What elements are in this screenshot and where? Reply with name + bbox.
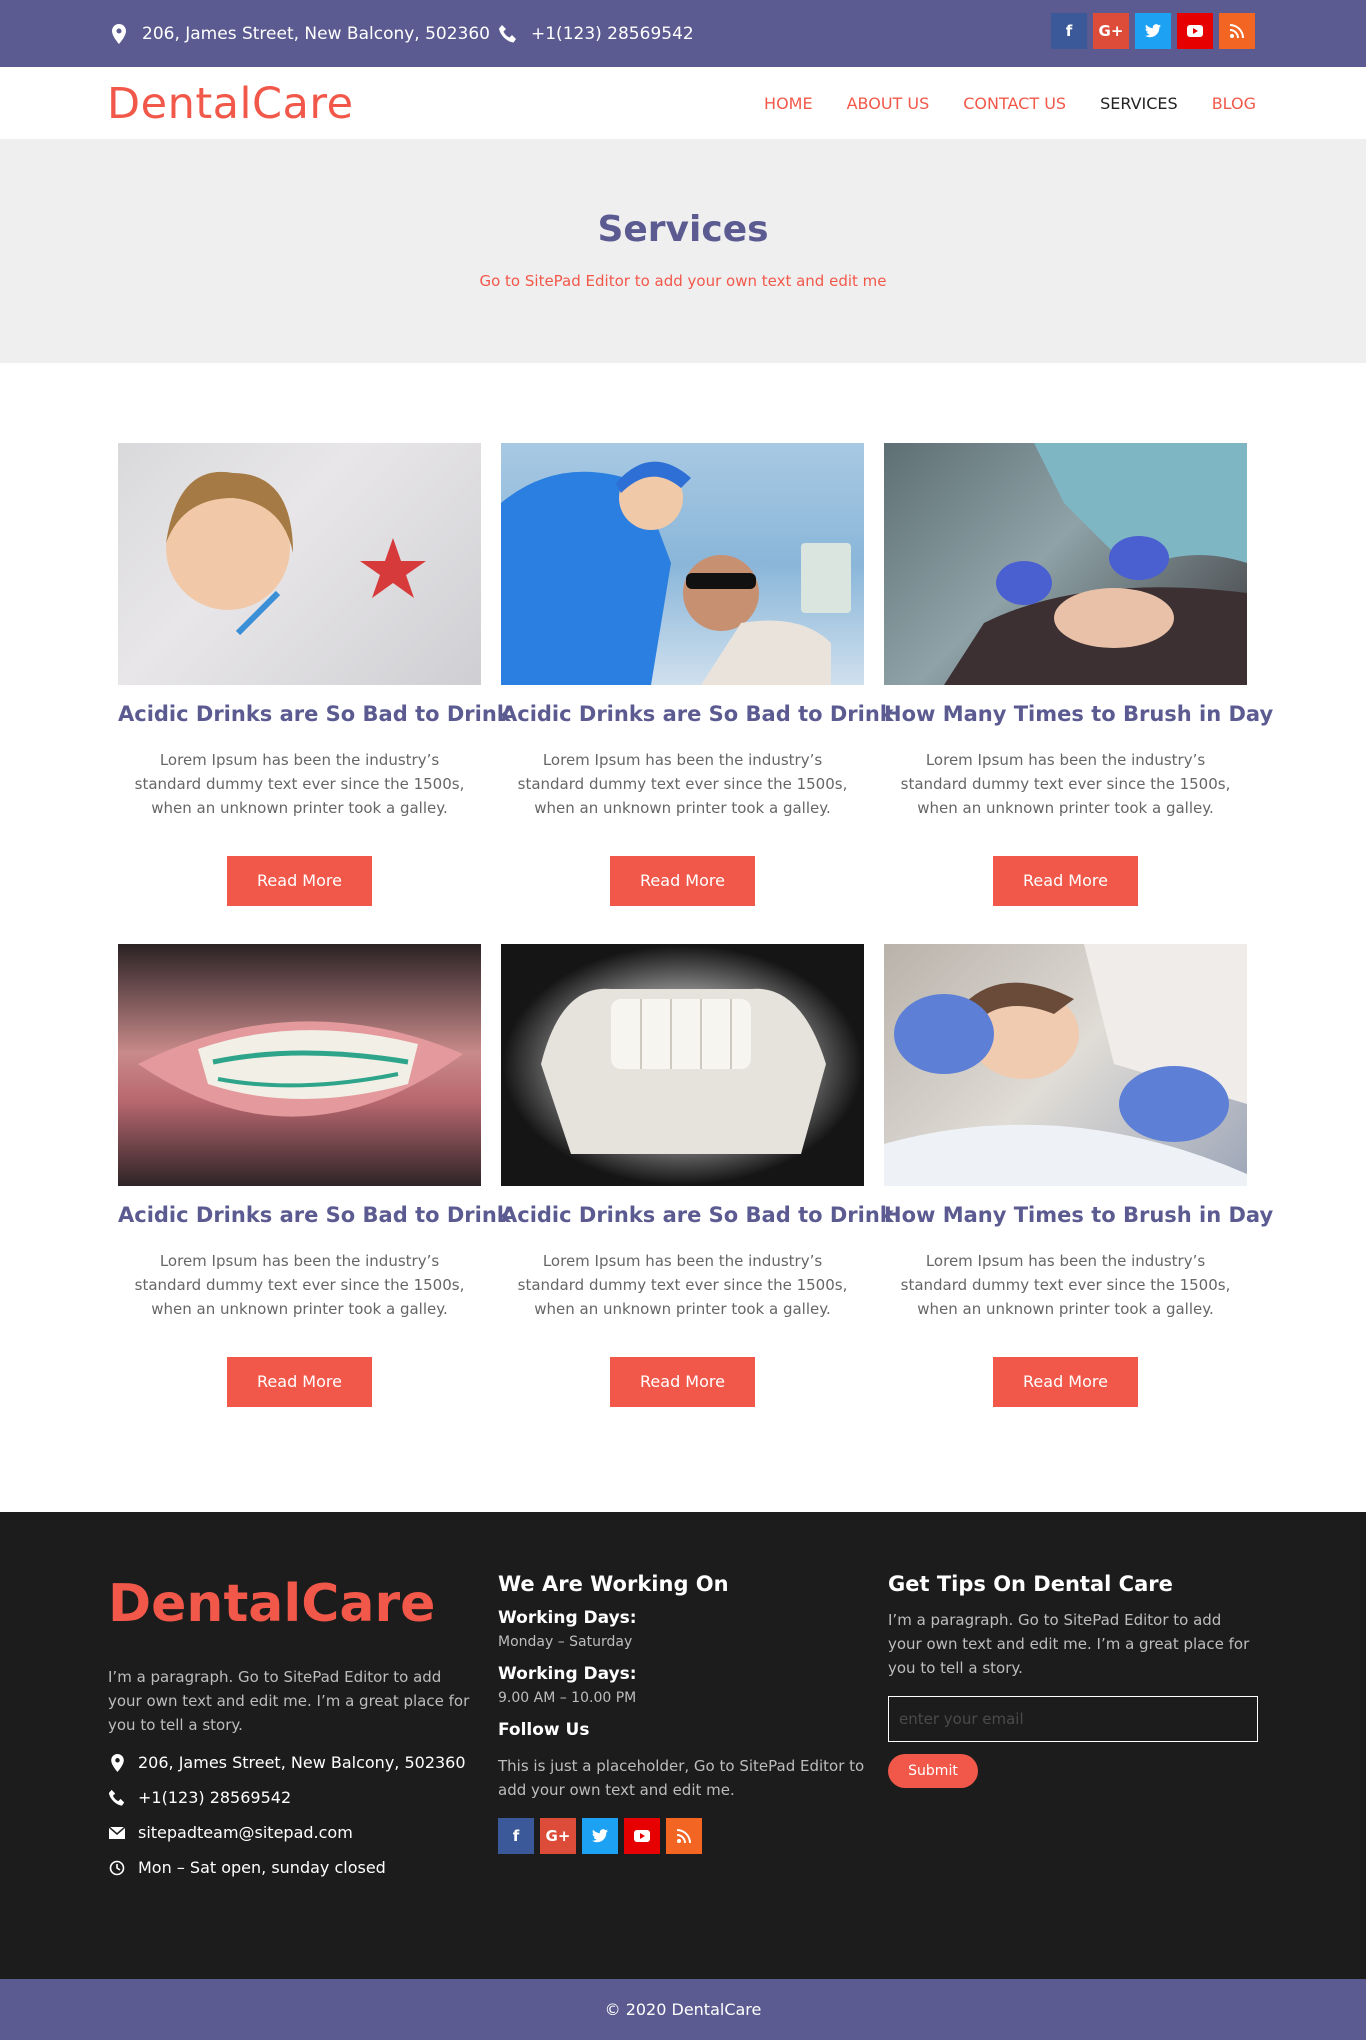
service-text: Lorem Ipsum has been the industry’s stan… xyxy=(134,751,465,817)
footer-email: sitepadteam@sitepad.com xyxy=(108,1823,478,1842)
google-plus-icon[interactable]: G+ xyxy=(540,1818,576,1854)
footer-address-text: 206, James Street, New Balcony, 502360 xyxy=(138,1753,466,1772)
rss-icon[interactable] xyxy=(1219,13,1255,49)
service-title: How Many Times to Brush in Day xyxy=(884,702,1274,726)
top-phone: +1(123) 28569542 xyxy=(497,0,694,67)
footer-days-value: Monday – Saturday xyxy=(498,1634,633,1650)
footer-about-text: I’m a paragraph. Go to SitePad Editor to… xyxy=(108,1668,470,1734)
footer-working-title: We Are Working On xyxy=(498,1572,729,1596)
main-nav: HOME ABOUT US CONTACT US SERVICES BLOG xyxy=(764,67,1256,139)
footer-tips-text: I’m a paragraph. Go to SitePad Editor to… xyxy=(888,1611,1250,1677)
phone-icon xyxy=(108,1789,126,1807)
footer-hours: Mon – Sat open, sunday closed xyxy=(108,1858,478,1877)
footer-follow-text: This is just a placeholder, Go to SitePa… xyxy=(498,1757,865,1799)
footer-hours-value: 9.00 AM – 10.00 PM xyxy=(498,1690,637,1706)
clock-icon xyxy=(108,1860,126,1876)
location-pin-icon xyxy=(108,1753,126,1772)
footer-logo[interactable]: DentalCare xyxy=(108,1574,435,1634)
footer-hours-text: Mon – Sat open, sunday closed xyxy=(138,1858,386,1877)
footer-email-text[interactable]: sitepadteam@sitepad.com xyxy=(138,1823,353,1842)
newsletter-submit-button[interactable]: Submit xyxy=(888,1754,978,1788)
nav-contact-us[interactable]: CONTACT US xyxy=(963,94,1066,113)
footer-working-column: We Are Working On Working Days: Monday –… xyxy=(498,1572,868,1854)
page-subtitle: Go to SitePad Editor to add your own tex… xyxy=(479,272,887,290)
service-card: How Many Times to Brush in Day Lorem Ips… xyxy=(884,944,1274,1410)
read-more-button[interactable]: Read More xyxy=(227,856,372,906)
footer-hours-label: Working Days: xyxy=(498,1664,637,1684)
site-footer: DentalCare I’m a paragraph. Go to SitePa… xyxy=(0,1512,1366,1979)
twitter-icon[interactable] xyxy=(582,1818,618,1854)
read-more-button[interactable]: Read More xyxy=(227,1357,372,1407)
service-card: Acidic Drinks are So Bad to Drink Lorem … xyxy=(118,944,511,1410)
service-image-teeth-model xyxy=(501,944,864,1186)
footer-tips-column: Get Tips On Dental Care I’m a paragraph.… xyxy=(888,1572,1258,1788)
services-grid: Acidic Drinks are So Bad to Drink Lorem … xyxy=(118,443,1274,1410)
top-bar: 206, James Street, New Balcony, 502360 +… xyxy=(0,0,1366,67)
footer-days-label: Working Days: xyxy=(498,1608,637,1628)
service-card: Acidic Drinks are So Bad to Drink Lorem … xyxy=(501,944,894,1410)
read-more-button[interactable]: Read More xyxy=(610,856,755,906)
read-more-button[interactable]: Read More xyxy=(610,1357,755,1407)
service-image-patient-treatment xyxy=(884,944,1247,1186)
service-title: Acidic Drinks are So Bad to Drink xyxy=(501,1203,894,1227)
service-text: Lorem Ipsum has been the industry’s stan… xyxy=(517,751,848,817)
services-section: Acidic Drinks are So Bad to Drink Lorem … xyxy=(0,363,1366,1512)
twitter-icon[interactable] xyxy=(1135,13,1171,49)
footer-about-column: I’m a paragraph. Go to SitePad Editor to… xyxy=(108,1665,478,1877)
nav-about-us[interactable]: ABOUT US xyxy=(847,94,930,113)
service-title: Acidic Drinks are So Bad to Drink xyxy=(118,702,511,726)
youtube-icon[interactable] xyxy=(624,1818,660,1854)
top-social-links: f G+ xyxy=(1051,13,1255,49)
site-logo[interactable]: DentalCare xyxy=(107,79,354,129)
read-more-button[interactable]: Read More xyxy=(993,856,1138,906)
facebook-icon[interactable]: f xyxy=(498,1818,534,1854)
service-image-dental-checkup xyxy=(884,443,1247,685)
service-card: Acidic Drinks are So Bad to Drink Lorem … xyxy=(501,443,894,909)
service-text: Lorem Ipsum has been the industry’s stan… xyxy=(517,1252,848,1318)
footer-social-links: f G+ xyxy=(498,1818,868,1854)
copyright-text: © 2020 DentalCare xyxy=(604,2000,762,2019)
top-phone-text: +1(123) 28569542 xyxy=(531,23,694,44)
service-image-braces xyxy=(118,944,481,1186)
copyright-bar: © 2020 DentalCare xyxy=(0,1979,1366,2040)
service-image-child-brushing xyxy=(118,443,481,685)
service-title: Acidic Drinks are So Bad to Drink xyxy=(501,702,894,726)
service-text: Lorem Ipsum has been the industry’s stan… xyxy=(900,1252,1231,1318)
service-text: Lorem Ipsum has been the industry’s stan… xyxy=(134,1252,465,1318)
google-plus-icon[interactable]: G+ xyxy=(1093,13,1129,49)
footer-follow-title: Follow Us xyxy=(498,1720,590,1740)
envelope-icon xyxy=(108,1826,126,1839)
main-header: DentalCare HOME ABOUT US CONTACT US SERV… xyxy=(0,67,1366,139)
service-card: Acidic Drinks are So Bad to Drink Lorem … xyxy=(118,443,511,909)
top-address: 206, James Street, New Balcony, 502360 xyxy=(108,0,490,67)
nav-blog[interactable]: BLOG xyxy=(1212,94,1256,113)
rss-icon[interactable] xyxy=(666,1818,702,1854)
footer-tips-title: Get Tips On Dental Care xyxy=(888,1572,1173,1596)
footer-phone: +1(123) 28569542 xyxy=(108,1788,478,1807)
youtube-icon[interactable] xyxy=(1177,13,1213,49)
facebook-icon[interactable]: f xyxy=(1051,13,1087,49)
service-title: Acidic Drinks are So Bad to Drink xyxy=(118,1203,511,1227)
service-text: Lorem Ipsum has been the industry’s stan… xyxy=(900,751,1231,817)
service-title: How Many Times to Brush in Day xyxy=(884,1203,1274,1227)
read-more-button[interactable]: Read More xyxy=(993,1357,1138,1407)
nav-home[interactable]: HOME xyxy=(764,94,813,113)
page-title: Services xyxy=(597,209,769,250)
phone-icon xyxy=(497,23,519,45)
page-hero: Services Go to SitePad Editor to add you… xyxy=(0,139,1366,363)
top-address-text: 206, James Street, New Balcony, 502360 xyxy=(142,23,491,44)
nav-services[interactable]: SERVICES xyxy=(1100,94,1178,113)
newsletter-email-input[interactable] xyxy=(888,1696,1258,1742)
location-pin-icon xyxy=(108,23,130,45)
service-card: How Many Times to Brush in Day Lorem Ips… xyxy=(884,443,1274,909)
service-image-dentist-child xyxy=(501,443,864,685)
footer-address: 206, James Street, New Balcony, 502360 xyxy=(108,1753,478,1772)
footer-phone-text: +1(123) 28569542 xyxy=(138,1788,292,1807)
